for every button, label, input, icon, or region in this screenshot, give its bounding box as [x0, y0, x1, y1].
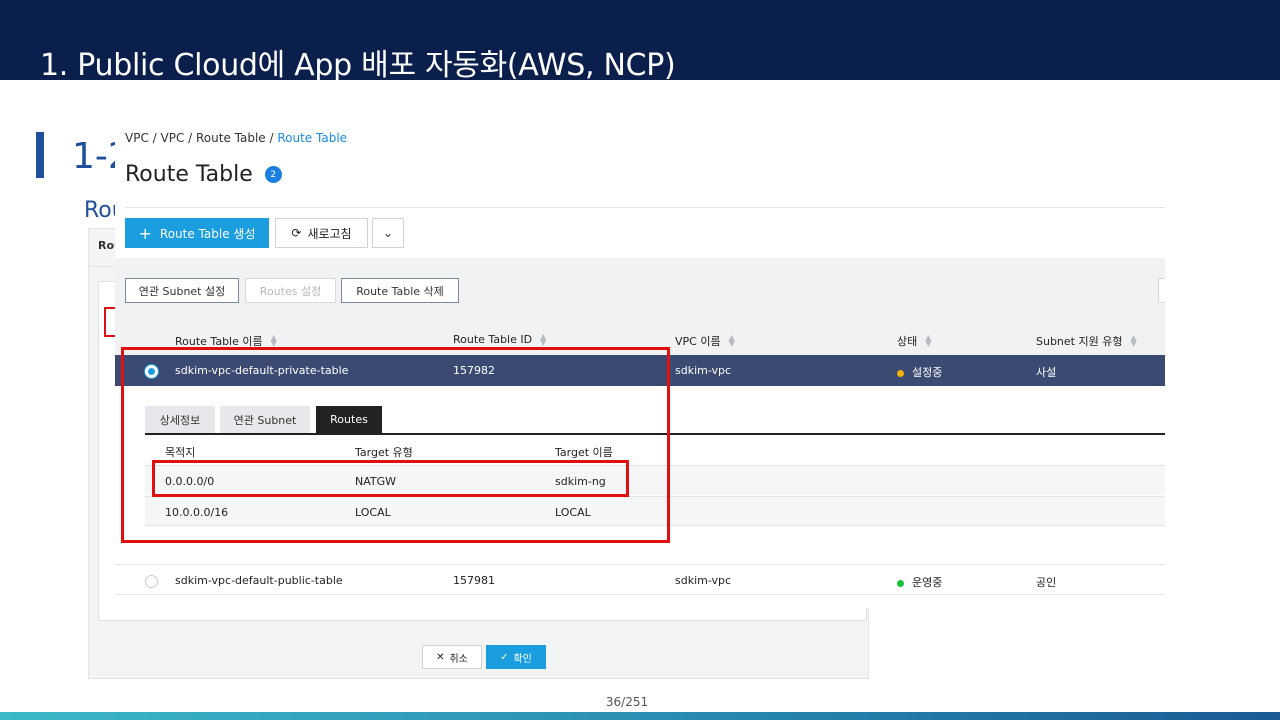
refresh-button[interactable]: ⟳ 새로고침: [275, 218, 368, 248]
breadcrumb-item-current: Route Table: [277, 131, 348, 145]
check-icon: ✓: [500, 651, 509, 663]
breadcrumb-item-vpc[interactable]: VPC: [125, 131, 149, 145]
create-route-table-button[interactable]: + Route Table 생성: [125, 218, 269, 248]
column-header-status[interactable]: 상태 ▲ ▼: [897, 333, 931, 349]
sort-icon: ▲ ▼: [925, 333, 932, 348]
column-label: Route Table ID: [453, 333, 533, 346]
section-marker-bar: [36, 132, 44, 178]
help-badge-icon[interactable]: 2: [264, 166, 282, 183]
search-input[interactable]: [1158, 278, 1165, 303]
breadcrumb-item-route-table[interactable]: Route Table: [196, 131, 266, 145]
status: 설정중: [897, 364, 942, 380]
column-header-subnet-type[interactable]: Subnet 지원 유형 ▲ ▼: [1036, 333, 1137, 349]
status-dot-icon: [897, 369, 904, 377]
cancel-label: 취소: [449, 653, 468, 665]
breadcrumb-item-vpc-sub[interactable]: VPC: [161, 131, 185, 145]
vpc-name: sdkim-vpc: [675, 364, 732, 377]
bottom-gradient-strip: [0, 712, 1280, 720]
annotation-box-route-table: [121, 347, 670, 543]
vpc-name: sdkim-vpc: [675, 574, 732, 587]
plus-icon: +: [138, 223, 152, 243]
confirm-label: 확인: [513, 653, 532, 665]
annotation-box-natgw-route: [152, 460, 629, 497]
page-title-text: Route Table: [125, 162, 253, 187]
slide-title: 1. Public Cloud에 App 배포 자동화(AWS, NCP): [40, 48, 676, 83]
page-title: Route Table 2: [125, 162, 282, 187]
delete-route-table-button[interactable]: Route Table 삭제: [341, 278, 459, 303]
chevron-down-icon: ⌄: [382, 226, 394, 240]
routes-settings-button[interactable]: Routes 설정: [245, 278, 336, 303]
subnet-type: 사설: [1036, 366, 1057, 379]
more-options-button[interactable]: ⌄: [372, 218, 404, 248]
create-label: Route Table 생성: [159, 226, 256, 241]
confirm-button[interactable]: ✓ 확인: [486, 645, 546, 669]
column-label: Subnet 지원 유형: [1036, 335, 1123, 348]
column-header-vpc[interactable]: VPC 이름 ▲ ▼: [675, 333, 735, 349]
column-label: 상태: [897, 335, 918, 348]
sort-icon: ▲ ▼: [540, 331, 547, 347]
route-table-id: 157981: [453, 574, 495, 587]
column-header-id[interactable]: Route Table ID ▲ ▼: [453, 331, 547, 347]
status-dot-icon: [897, 579, 904, 587]
cancel-button[interactable]: ✕ 취소: [422, 645, 482, 669]
sort-icon: ▲ ▼: [270, 333, 277, 348]
sort-icon: ▲ ▼: [1130, 333, 1137, 348]
column-label: VPC 이름: [675, 335, 721, 348]
table-row[interactable]: sdkim-vpc-default-public-table 157981 sd…: [115, 564, 1165, 595]
status-text: 설정중: [912, 366, 943, 379]
sort-icon: ▲ ▼: [728, 333, 735, 348]
refresh-label: 새로고침: [307, 226, 352, 241]
page-number: 36/251: [605, 695, 649, 709]
status-text: 운영중: [912, 576, 943, 589]
refresh-icon: ⟳: [291, 226, 302, 240]
subnet-type: 공인: [1036, 576, 1057, 589]
status: 운영중: [897, 574, 942, 590]
associate-subnet-button[interactable]: 연관 Subnet 설정: [125, 278, 239, 303]
breadcrumb: VPC / VPC / Route Table / Route Table: [125, 131, 348, 145]
route-table-name: sdkim-vpc-default-public-table: [175, 574, 343, 587]
close-icon: ✕: [436, 651, 445, 663]
title-divider: [125, 207, 1165, 208]
row-radio-button[interactable]: [145, 575, 158, 588]
